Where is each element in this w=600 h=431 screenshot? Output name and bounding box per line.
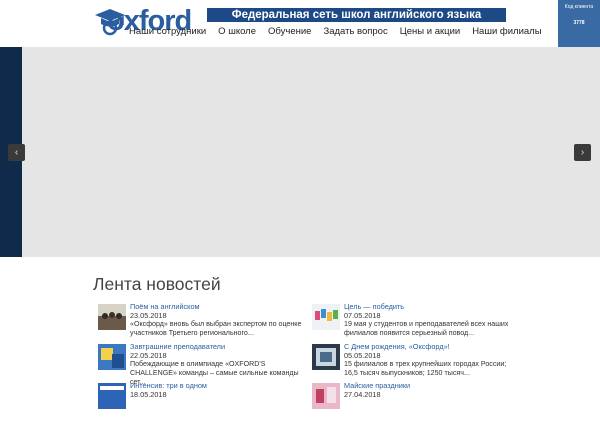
main-nav: Наши сотрудники О школе Обучение Задать … <box>129 25 554 39</box>
news-title-link[interactable]: Завтрашние преподаватели <box>130 342 225 351</box>
nav-item-staff[interactable]: Наши сотрудники <box>129 25 206 39</box>
news-date: 22.05.2018 <box>130 351 167 360</box>
news-date: 07.05.2018 <box>344 311 381 320</box>
news-title-link[interactable]: Поём на английском <box>130 302 200 311</box>
nav-item-branches[interactable]: Наши филиалы <box>472 25 541 39</box>
news-title-link[interactable]: Майские праздники <box>344 381 410 390</box>
news-date: 18.05.2018 <box>130 390 167 399</box>
news-thumbnail <box>312 344 340 370</box>
site-header: oxford Федеральная сеть школ английского… <box>0 0 600 47</box>
nav-item-prices[interactable]: Цены и акции <box>400 25 460 39</box>
client-code-box[interactable]: Код клиента 3778 <box>558 0 600 47</box>
news-description: 19 мая у студентов и преподавателей всех… <box>344 320 509 337</box>
news-date: 05.05.2018 <box>344 351 381 360</box>
news-thumbnail <box>98 383 126 409</box>
image-slider: ‹ › <box>0 47 600 257</box>
news-item[interactable]: Интенсив: три в одном 18.05.2018 <box>98 381 298 431</box>
news-date: 27.04.2018 <box>344 390 381 399</box>
header-banner: Федеральная сеть школ английского языка <box>207 8 506 22</box>
slider-prev-button[interactable]: ‹ <box>8 144 25 161</box>
news-description: «Оксфорд» вновь был выбран экспертом по … <box>130 320 302 337</box>
nav-item-about[interactable]: О школе <box>218 25 256 39</box>
news-item[interactable]: Майские праздники 27.04.2018 <box>312 381 512 431</box>
news-date: 23.05.2018 <box>130 311 167 320</box>
news-thumbnail <box>312 383 340 409</box>
news-feed-title: Лента новостей <box>93 274 221 294</box>
news-description: 15 филиалов в трех крупнейших городах Ро… <box>344 360 507 377</box>
news-thumbnail <box>98 304 126 330</box>
nav-item-education[interactable]: Обучение <box>268 25 311 39</box>
news-title-link[interactable]: Цель — победить <box>344 302 404 311</box>
slider-next-button[interactable]: › <box>574 144 591 161</box>
client-code-value: 3778 <box>573 20 585 26</box>
news-thumbnail <box>312 304 340 330</box>
nav-item-ask-question[interactable]: Задать вопрос <box>323 25 387 39</box>
news-title-link[interactable]: С Днем рождения, «Оксфорд»! <box>344 342 450 351</box>
client-code-label: Код клиента <box>564 4 594 10</box>
news-thumbnail <box>98 344 126 370</box>
news-title-link[interactable]: Интенсив: три в одном <box>130 381 207 390</box>
